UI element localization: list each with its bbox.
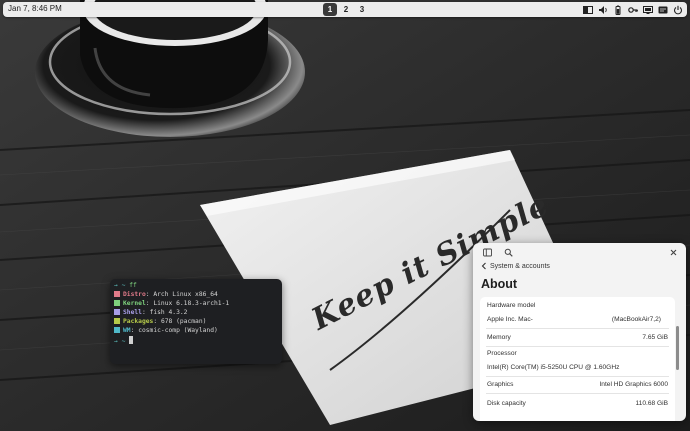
system-tray [583,3,683,16]
prompt-directory: ~ [121,338,126,345]
display-icon[interactable] [643,5,653,15]
volume-icon[interactable] [598,5,608,15]
fetch-row-packages: Packages: 678 (pacman) [114,317,206,326]
fetch-separator: : [153,318,158,325]
back-button[interactable]: System & accounts [481,262,550,270]
panel-clock[interactable]: Jan 7, 8:46 PM [8,4,62,13]
divider [486,328,669,329]
power-icon[interactable] [673,5,683,15]
fetch-key: WM [123,327,131,334]
fetch-row-kernel: Kernel: Linux 6.18.3-arch1-1 [114,299,229,308]
about-list: Hardware model Apple Inc. Mac- (MacBookA… [480,297,675,421]
prompt-directory: ~ [121,282,126,289]
close-icon[interactable] [669,248,678,257]
fetch-row-distro: Distro: Arch Linux x86_64 [114,290,218,299]
fetch-key: Kernel [123,300,146,307]
vpn-key-icon[interactable] [628,5,638,15]
fetch-separator: : [130,327,135,334]
hardware-model-value: (MacBookAir7,2) [611,316,661,323]
back-button-label: System & accounts [490,262,550,270]
sidebar-toggle-icon[interactable] [483,248,492,257]
fetch-value: fish 4.3.2 [149,309,188,316]
graphics-label: Graphics [487,381,514,388]
page-title: About [481,277,518,291]
processor-label: Processor [487,350,517,357]
fetch-separator: : [145,291,150,298]
fetch-row-wm: WM: cosmic-comp (Wayland) [114,326,218,335]
graphics-value: Intel HD Graphics 6000 [599,381,668,388]
fetch-separator: : [141,309,146,316]
fetch-key: Packages [123,318,154,325]
chevron-left-icon [481,262,487,270]
fetch-separator: : [145,300,150,307]
processor-value: Intel(R) Core(TM) i5-5250U CPU @ 1.60GHz [487,364,620,371]
search-icon[interactable] [504,248,513,257]
disk-capacity-value: 110.68 GiB [635,400,668,407]
divider [486,393,669,394]
memory-label: Memory [487,334,511,341]
terminal-prompt-line: → ~ [114,336,134,345]
color-swatch [114,291,120,297]
terminal-window[interactable]: → ~ ff Distro: Arch Linux x86_64 Kernel:… [110,279,282,364]
memory-value: 7.65 GiB [642,334,668,341]
fetch-value: Arch Linux x86_64 [153,291,218,298]
terminal-cursor [129,336,134,344]
workspace-2-button[interactable]: 2 [339,3,353,16]
color-swatch [114,318,120,324]
fetch-value: cosmic-comp (Wayland) [138,327,218,334]
color-swatch [114,327,120,333]
workspace-switcher: 1 2 3 [323,3,369,16]
color-swatch [114,309,120,315]
color-swatch [114,300,120,306]
settings-window: System & accounts About Hardware model A… [473,243,686,421]
fetch-value: Linux 6.18.3-arch1-1 [153,300,230,307]
battery-icon[interactable] [613,5,623,15]
hardware-vendor-value: Apple Inc. Mac- [487,316,533,323]
disk-capacity-label: Disk capacity [487,400,526,407]
prompt-arrow: → [114,338,118,345]
fetch-key: Distro [123,291,146,298]
hardware-model-label: Hardware model [487,302,536,309]
command-text: ff [129,282,137,289]
top-panel: Jan 7, 8:46 PM 1 2 3 [3,2,687,17]
fetch-key: Shell [123,309,142,316]
settings-scrollbar[interactable] [676,326,679,370]
divider [486,346,669,347]
fetch-row-shell: Shell: fish 4.3.2 [114,308,187,317]
prompt-arrow: → [114,282,118,289]
workspace-3-button[interactable]: 3 [355,3,369,16]
notification-icon[interactable] [658,5,668,15]
fetch-value: 678 (pacman) [160,318,207,325]
terminal-command-line: → ~ ff [114,281,137,290]
divider [486,376,669,377]
window-tiling-icon[interactable] [583,5,593,15]
workspace-1-button[interactable]: 1 [323,3,337,16]
